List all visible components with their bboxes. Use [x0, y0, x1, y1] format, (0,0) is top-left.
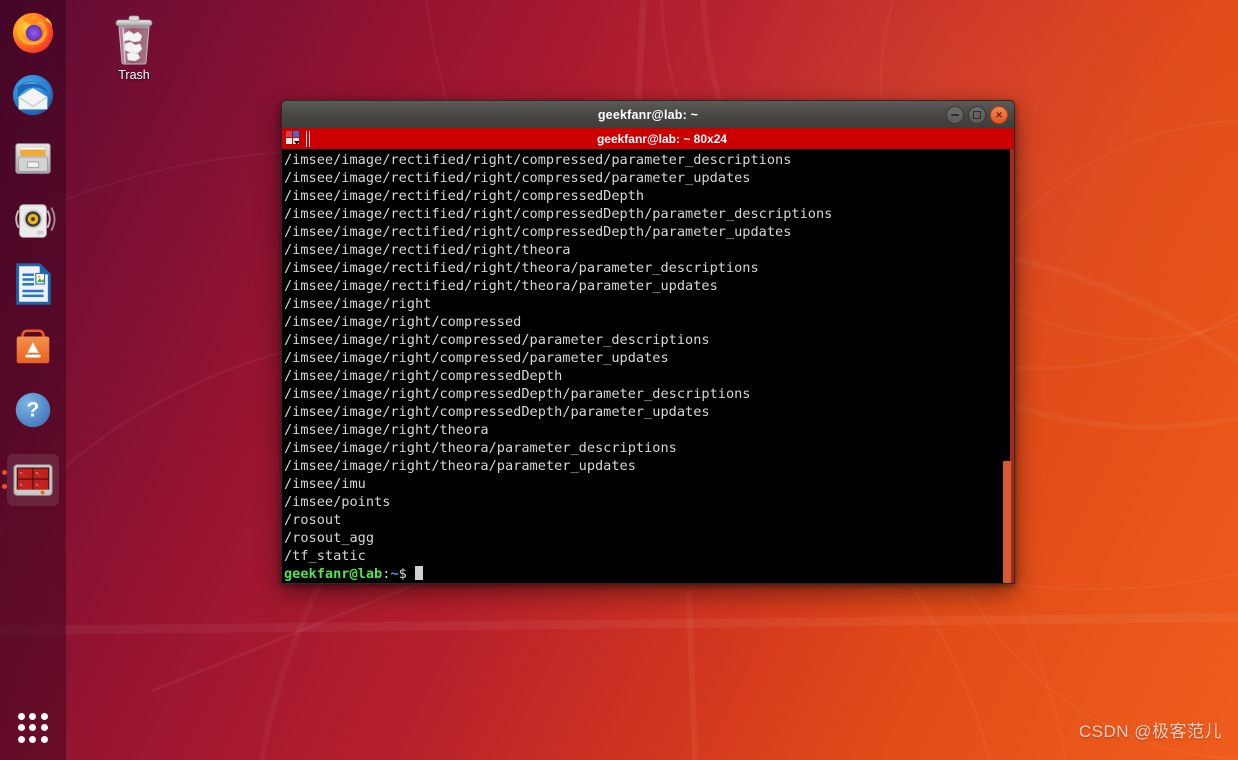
svg-text:>_: >_ — [35, 483, 41, 488]
terminal-line: /imsee/image/rectified/right/theora — [284, 242, 571, 258]
grid-dot — [18, 713, 26, 721]
window-title: geekfanr@lab: ~ — [597, 107, 699, 122]
dock: ? >_ >_ >_ >_ — [0, 0, 66, 760]
grid-dot — [40, 724, 48, 732]
dock-item-thunderbird[interactable] — [7, 69, 59, 121]
show-applications-button[interactable] — [7, 702, 59, 754]
help-icon: ? — [15, 392, 51, 428]
software-icon — [16, 329, 50, 364]
terminal-tab-title: geekfanr@lab: ~ 80x24 — [596, 131, 728, 146]
terminal-line: /imsee/image/right/compressedDepth/param… — [284, 404, 710, 420]
terminal-line: /imsee/image/right/compressed/parameter_… — [284, 332, 710, 348]
tabbar-divider — [306, 130, 307, 147]
terminal-line: /imsee/image/rectified/right/compressedD… — [284, 188, 645, 204]
terminal-line: /imsee/image/rectified/right/compressed/… — [284, 152, 792, 168]
grid-dot — [18, 724, 26, 732]
dock-item-firefox[interactable] — [7, 6, 59, 58]
terminal-line: /imsee/imu — [284, 476, 366, 492]
firefox-icon — [12, 12, 54, 54]
grid-dot — [40, 735, 48, 743]
close-button[interactable]: ✕ — [990, 106, 1008, 124]
dock-item-libreoffice-writer[interactable] — [7, 258, 59, 310]
terminal-line: /imsee/image/rectified/right/compressedD… — [284, 206, 833, 222]
svg-text:>_: >_ — [20, 471, 26, 476]
terminal-line: /imsee/image/right/theora/parameter_desc… — [284, 440, 677, 456]
dock-item-files[interactable] — [7, 132, 59, 184]
watermark: CSDN @极客范儿 — [1078, 722, 1222, 741]
terminal-scrollbar[interactable] — [1000, 149, 1014, 583]
grid-dot — [40, 713, 48, 721]
dock-item-rhythmbox[interactable] — [7, 195, 59, 247]
terminal-icon: >_ >_ >_ >_ — [13, 464, 53, 496]
terminal-tabbar[interactable]: geekfanr@lab: ~ 80x24 — [281, 128, 1015, 149]
window-titlebar[interactable]: geekfanr@lab: ~ ✕ — [281, 100, 1015, 128]
dock-item-ubuntu-software[interactable] — [7, 321, 59, 373]
terminal-line: /imsee/image/right/compressed/parameter_… — [284, 350, 669, 366]
svg-text:?: ? — [27, 399, 40, 422]
terminal-line: /imsee/image/right/theora/parameter_upda… — [284, 458, 636, 474]
terminal-line: /imsee/points — [284, 494, 391, 510]
scrollbar-thumb[interactable] — [1003, 461, 1011, 583]
terminal-body[interactable]: /imsee/image/rectified/right/compressed/… — [281, 149, 1015, 584]
terminal-line: /imsee/image/rectified/right/theora/para… — [284, 260, 759, 276]
prompt-path: ~ — [390, 566, 399, 582]
window-controls: ✕ — [946, 101, 1008, 129]
grid-dot — [29, 713, 37, 721]
maximize-button[interactable] — [968, 106, 986, 124]
terminal-cursor — [414, 566, 423, 580]
terminal-line: /rosout — [284, 512, 342, 528]
files-icon — [15, 143, 51, 174]
terminal-line: /imsee/image/right/theora — [284, 422, 489, 438]
terminal-line: /imsee/image/right/compressed — [284, 314, 522, 330]
grid-dot — [18, 735, 26, 743]
prompt-user-host: geekfanr@lab — [284, 566, 383, 582]
writer-icon — [16, 263, 51, 305]
terminal-line: /imsee/image/right/compressedDepth — [284, 368, 563, 384]
dock-item-terminal[interactable]: >_ >_ >_ >_ — [2, 454, 59, 506]
grid-dot — [29, 724, 37, 732]
prompt-symbol: $ — [398, 566, 415, 582]
thunderbird-icon — [12, 74, 54, 116]
terminal-line: /imsee/image/rectified/right/theora/para… — [284, 278, 718, 294]
svg-text:>_: >_ — [20, 483, 26, 488]
trash-icon — [115, 15, 153, 65]
minimize-button[interactable] — [946, 106, 964, 124]
rhythmbox-icon — [15, 204, 56, 238]
terminal-window[interactable]: geekfanr@lab: ~ ✕ geekfanr@lab: ~ 80x24 … — [281, 100, 1015, 584]
terminal-line: /rosout_agg — [284, 530, 375, 546]
svg-text:>_: >_ — [35, 471, 41, 476]
dock-item-help[interactable]: ? — [7, 384, 59, 436]
terminal-line: /imsee/image/rectified/right/compressed/… — [284, 170, 751, 186]
desktop-icon-label: Trash — [118, 68, 150, 82]
tabbar-divider — [309, 130, 310, 147]
tab-list-icon[interactable] — [285, 130, 303, 148]
terminal-line: /imsee/image/right/compressedDepth/param… — [284, 386, 751, 402]
terminal-prompt-line: geekfanr@lab:~$ — [284, 565, 994, 583]
grid-dot — [29, 735, 37, 743]
terminal-output: /imsee/image/rectified/right/compressed/… — [284, 151, 994, 583]
terminal-line: /imsee/image/rectified/right/compressedD… — [284, 224, 792, 240]
desktop-icon-trash[interactable]: Trash — [101, 14, 167, 90]
terminal-line: /tf_static — [284, 548, 366, 564]
terminal-line: /imsee/image/right — [284, 296, 432, 312]
